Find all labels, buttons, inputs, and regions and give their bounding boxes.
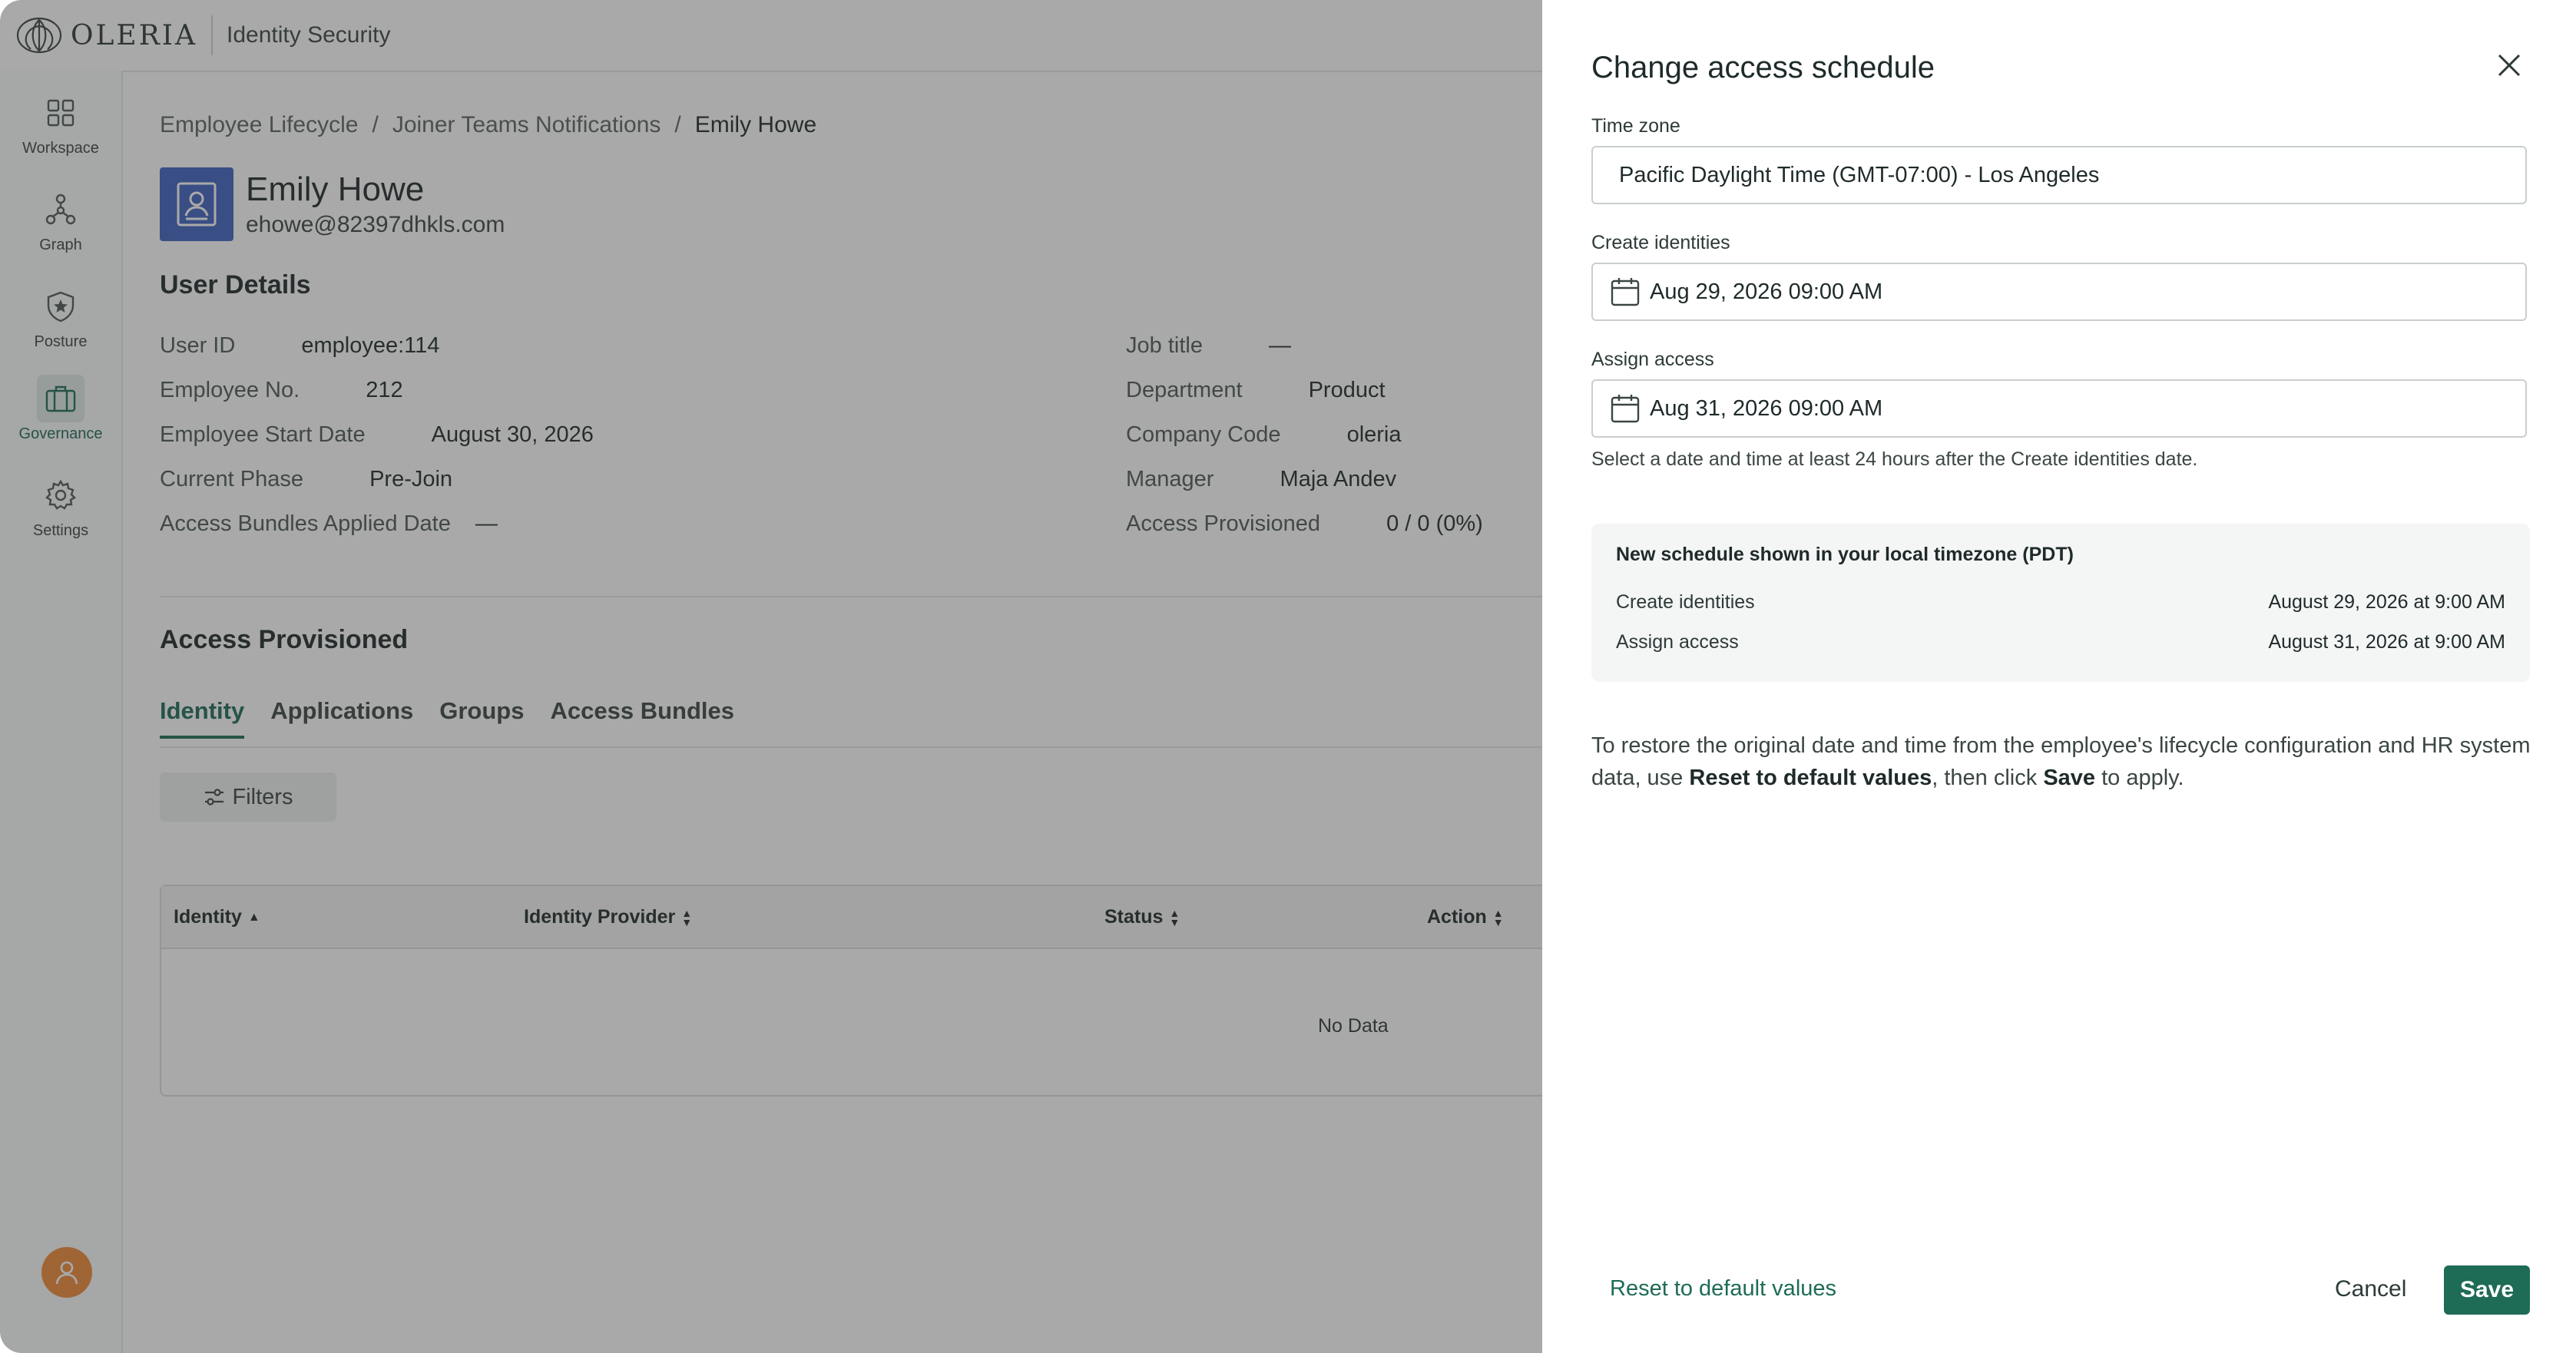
summary-value: August 29, 2026 at 9:00 AM [2268, 591, 2505, 613]
summary-row-create: Create identities August 29, 2026 at 9:0… [1616, 591, 2505, 614]
modal-overlay[interactable] [0, 0, 1542, 1353]
restore-save-emphasis: Save [2043, 766, 2096, 790]
timezone-label: Time zone [1591, 115, 1680, 137]
schedule-summary-heading: New schedule shown in your local timezon… [1616, 544, 2074, 565]
reset-to-default-button[interactable]: Reset to default values [1610, 1276, 1836, 1302]
restore-text: , then click [1932, 766, 2044, 790]
summary-value: August 31, 2026 at 9:00 AM [2268, 631, 2505, 653]
summary-label: Create identities [1616, 591, 1755, 613]
calendar-icon [1611, 278, 1640, 306]
timezone-value: Pacific Daylight Time (GMT-07:00) - Los … [1619, 162, 2100, 187]
change-access-schedule-drawer: Change access schedule Time zone Pacific… [1542, 0, 2576, 1353]
app-window: OLERIA Identity Security Workspace Graph [0, 0, 2576, 1353]
assign-access-hint: Select a date and time at least 24 hours… [1591, 448, 2198, 470]
schedule-summary: New schedule shown in your local timezon… [1591, 524, 2530, 682]
cancel-button[interactable]: Cancel [2335, 1276, 2406, 1302]
timezone-select[interactable]: Pacific Daylight Time (GMT-07:00) - Los … [1591, 146, 2527, 204]
restore-text: to apply. [2095, 766, 2184, 790]
summary-label: Assign access [1616, 631, 1739, 653]
create-identities-label: Create identities [1591, 232, 1730, 253]
create-identities-value: Aug 29, 2026 09:00 AM [1650, 279, 1883, 304]
assign-access-label: Assign access [1591, 349, 1714, 370]
summary-row-assign: Assign access August 31, 2026 at 9:00 AM [1616, 631, 2505, 653]
assign-access-date-picker[interactable]: Aug 31, 2026 09:00 AM [1591, 379, 2527, 438]
close-button[interactable] [2492, 48, 2527, 83]
close-icon [2498, 54, 2521, 77]
save-button[interactable]: Save [2444, 1265, 2530, 1315]
calendar-icon [1611, 395, 1640, 423]
assign-access-value: Aug 31, 2026 09:00 AM [1650, 395, 1883, 421]
restore-reset-emphasis: Reset to default values [1689, 766, 1932, 790]
create-identities-date-picker[interactable]: Aug 29, 2026 09:00 AM [1591, 263, 2527, 321]
drawer-title: Change access schedule [1591, 51, 1935, 84]
restore-instructions: To restore the original date and time fr… [1591, 729, 2536, 794]
